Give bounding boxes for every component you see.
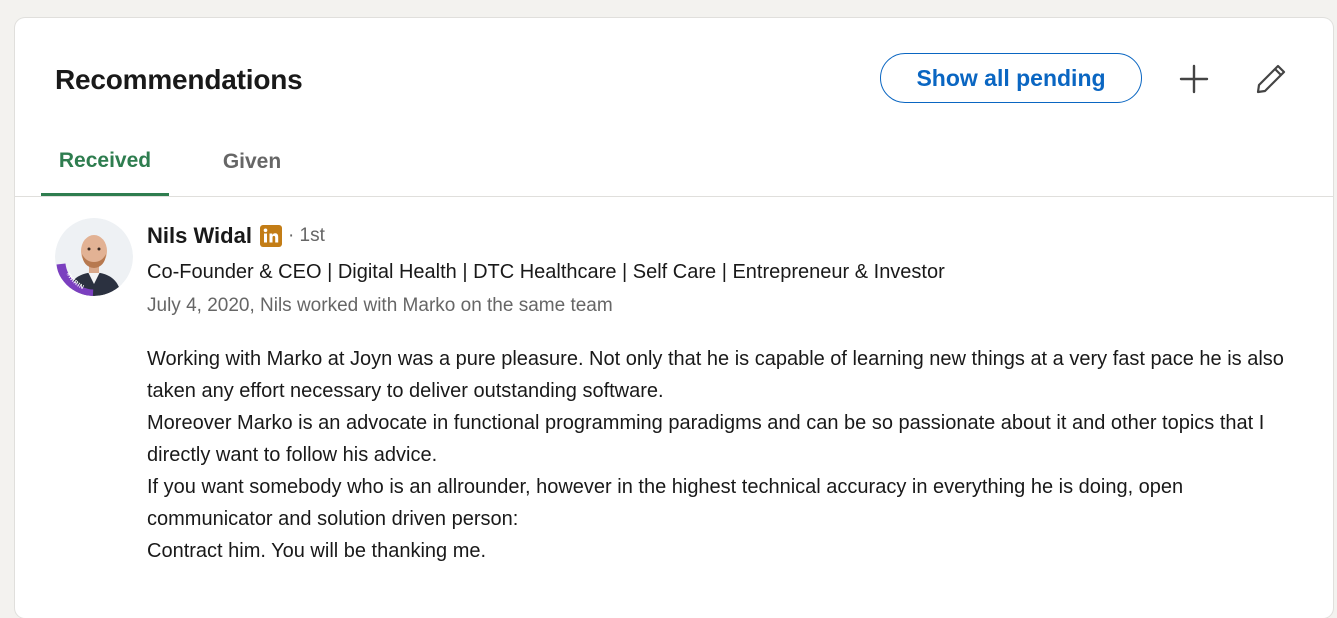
recommender-headline: Co-Founder & CEO | Digital Health | DTC … [147,261,945,283]
recommender-row: Nils Widal · 1st [147,223,325,249]
add-recommendation-button[interactable] [1172,57,1216,101]
tab-received[interactable]: Received [41,128,169,196]
recommendation-text: Working with Marko at Joyn was a pure pl… [147,343,1307,567]
edit-recommendations-button[interactable] [1249,57,1293,101]
avatar-photo: #HIRING [55,218,133,296]
recommendation-paragraph: Moreover Marko is an advocate in functio… [147,412,1265,466]
recommendations-card: Recommendations Show all pending Receive… [15,18,1333,618]
recommendation-paragraph: If you want somebody who is an allrounde… [147,476,1184,530]
linkedin-icon [259,225,282,247]
avatar[interactable]: #HIRING [55,218,133,296]
show-all-pending-button[interactable]: Show all pending [880,53,1142,103]
recommendation-paragraph: Contract him. You will be thanking me. [147,540,487,562]
recommendation-tabs: Received Given [15,128,1333,197]
recommendation-meta: July 4, 2020, Nils worked with Marko on … [147,295,613,316]
recommender-name[interactable]: Nils Widal [147,223,252,249]
connection-degree: · 1st [287,225,325,246]
recommendation-paragraph: Working with Marko at Joyn was a pure pl… [147,348,1284,402]
pencil-icon [1256,64,1286,94]
section-title: Recommendations [55,64,303,95]
tab-given[interactable]: Given [203,128,301,196]
plus-icon [1179,64,1209,94]
